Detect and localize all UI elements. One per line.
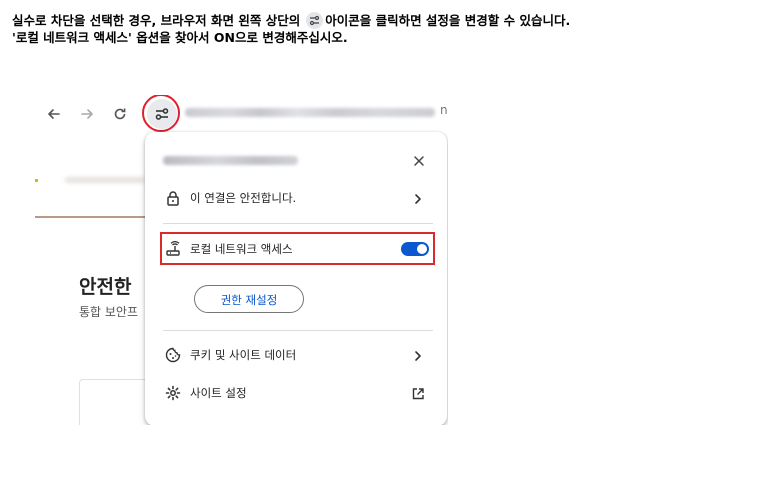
- instruction-line-1-end: 아이콘을 클릭하면 설정을 변경할 수 있습니다.: [325, 13, 571, 28]
- browser-screenshot: n 안전한 통합 보안프 이 연결은 안전합니다. 로컬 네트워크 액세스 권한…: [35, 95, 448, 425]
- browser-toolbar: n: [35, 95, 448, 135]
- site-settings-row[interactable]: 사이트 설정: [145, 376, 447, 410]
- highlight-circle: [142, 95, 180, 132]
- site-info-popup: 이 연결은 안전합니다. 로컬 네트워크 액세스 권한 재설정 쿠키 및 사이트…: [145, 132, 447, 425]
- connection-secure-row[interactable]: 이 연결은 안전합니다.: [145, 181, 447, 215]
- page-subtitle: 통합 보안프: [79, 305, 139, 319]
- lock-icon: [165, 190, 181, 206]
- instruction-line-1: 실수로 차단을 선택한 경우, 브라우저 화면 왼쪽 상단의 아이콘을 클릭하면 …: [12, 12, 752, 29]
- popup-divider: [163, 330, 433, 331]
- chevron-right-icon: [411, 191, 425, 205]
- site-settings-label: 사이트 설정: [190, 386, 247, 400]
- popup-domain-blurred: [163, 156, 298, 165]
- close-icon[interactable]: [409, 151, 429, 171]
- popup-divider: [163, 223, 433, 224]
- back-arrow-icon[interactable]: [45, 105, 63, 123]
- site-settings-icon: [306, 12, 324, 29]
- url-bar-blurred[interactable]: [185, 108, 435, 117]
- page-nav-blurred: [65, 177, 145, 183]
- highlight-box: [160, 232, 435, 265]
- chevron-right-icon: [411, 348, 425, 362]
- page-title: 안전한: [79, 276, 132, 298]
- connection-label: 이 연결은 안전합니다.: [190, 191, 297, 205]
- cookies-label: 쿠키 및 사이트 데이터: [190, 348, 297, 362]
- reload-icon[interactable]: [111, 105, 129, 123]
- url-tail: n: [440, 103, 448, 117]
- forward-arrow-icon[interactable]: [78, 105, 96, 123]
- reset-permissions-button[interactable]: 권한 재설정: [194, 285, 304, 313]
- instruction-text: 실수로 차단을 선택한 경우, 브라우저 화면 왼쪽 상단의 아이콘을 클릭하면 …: [12, 12, 752, 46]
- cookie-icon: [165, 347, 181, 363]
- gear-icon: [165, 385, 181, 401]
- page-accent-mark: [35, 179, 38, 182]
- instruction-line-2: '로컬 네트워크 액세스' 옵션을 찾아서 ON으로 변경해주십시오.: [12, 30, 348, 45]
- cookies-row[interactable]: 쿠키 및 사이트 데이터: [145, 338, 447, 372]
- instruction-line-1-start: 실수로 차단을 선택한 경우, 브라우저 화면 왼쪽 상단의: [12, 13, 301, 28]
- external-link-icon: [411, 386, 425, 400]
